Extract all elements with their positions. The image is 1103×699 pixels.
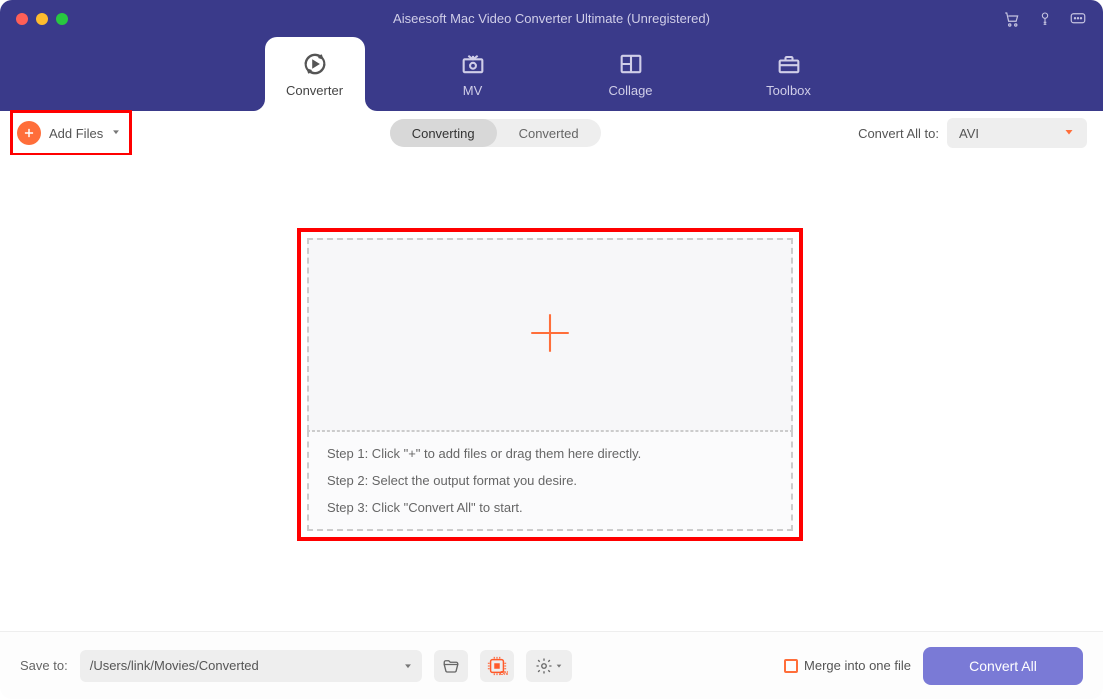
maximize-window-button[interactable] bbox=[56, 13, 68, 25]
add-files-label: Add Files bbox=[49, 126, 103, 141]
gpu-accel-button[interactable]: ON bbox=[480, 650, 514, 682]
dropzone-highlight: Step 1: Click "+" to add files or drag t… bbox=[297, 228, 803, 541]
close-window-button[interactable] bbox=[16, 13, 28, 25]
toolbox-icon bbox=[775, 51, 803, 77]
step-2-text: Step 2: Select the output format you des… bbox=[327, 473, 773, 488]
step-1-text: Step 1: Click "+" to add files or drag t… bbox=[327, 446, 773, 461]
window-title: Aiseesoft Mac Video Converter Ultimate (… bbox=[393, 11, 710, 26]
converter-icon bbox=[301, 51, 329, 77]
app-window: Aiseesoft Mac Video Converter Ultimate (… bbox=[0, 0, 1103, 699]
convert-all-to-label: Convert All to: bbox=[858, 126, 939, 141]
nav-tab-converter[interactable]: Converter bbox=[265, 37, 365, 111]
merge-label: Merge into one file bbox=[804, 658, 911, 673]
add-files-button[interactable] bbox=[17, 121, 41, 145]
tab-converting[interactable]: Converting bbox=[390, 119, 497, 147]
settings-button[interactable] bbox=[526, 650, 572, 682]
nav-tab-collage[interactable]: Collage bbox=[581, 37, 681, 111]
nav-tab-toolbox[interactable]: Toolbox bbox=[739, 37, 839, 111]
tab-converted[interactable]: Converted bbox=[497, 119, 601, 147]
convert-all-to-group: Convert All to: AVI bbox=[858, 118, 1087, 148]
feedback-icon[interactable] bbox=[1069, 10, 1087, 28]
chevron-down-icon bbox=[1063, 126, 1075, 141]
window-controls bbox=[0, 13, 68, 25]
nav-label: Converter bbox=[286, 83, 343, 98]
merge-checkbox[interactable] bbox=[784, 659, 798, 673]
footer-toolbar: Save to: /Users/link/Movies/Converted ON… bbox=[0, 631, 1103, 699]
format-value: AVI bbox=[959, 126, 979, 141]
titlebar-actions bbox=[1003, 10, 1087, 28]
nav-label: Collage bbox=[608, 83, 652, 98]
cart-icon[interactable] bbox=[1003, 10, 1021, 28]
save-to-label: Save to: bbox=[20, 658, 68, 673]
output-path-field[interactable]: /Users/link/Movies/Converted bbox=[80, 650, 400, 682]
dropzone[interactable]: Step 1: Click "+" to add files or drag t… bbox=[307, 238, 793, 531]
merge-checkbox-group[interactable]: Merge into one file bbox=[784, 658, 911, 673]
add-files-dropdown-icon[interactable] bbox=[111, 124, 121, 142]
collage-icon bbox=[617, 51, 645, 77]
output-format-select[interactable]: AVI bbox=[947, 118, 1087, 148]
dropzone-target[interactable] bbox=[307, 238, 793, 431]
nav-tab-mv[interactable]: MV bbox=[423, 37, 523, 111]
add-files-highlight: Add Files bbox=[10, 110, 132, 156]
conversion-status-tabs: Converting Converted bbox=[390, 119, 601, 147]
output-path-dropdown[interactable] bbox=[394, 650, 422, 682]
mv-icon bbox=[459, 51, 487, 77]
plus-icon bbox=[525, 308, 575, 363]
titlebar: Aiseesoft Mac Video Converter Ultimate (… bbox=[0, 0, 1103, 37]
main-nav: Converter MV Collage Toolbox bbox=[0, 37, 1103, 111]
nav-label: MV bbox=[463, 83, 483, 98]
key-icon[interactable] bbox=[1037, 10, 1053, 28]
minimize-window-button[interactable] bbox=[36, 13, 48, 25]
dropzone-instructions: Step 1: Click "+" to add files or drag t… bbox=[307, 431, 793, 531]
svg-text:ON: ON bbox=[499, 671, 507, 677]
step-3-text: Step 3: Click "Convert All" to start. bbox=[327, 500, 773, 515]
main-content: Step 1: Click "+" to add files or drag t… bbox=[0, 155, 1103, 631]
convert-all-button[interactable]: Convert All bbox=[923, 647, 1083, 685]
nav-label: Toolbox bbox=[766, 83, 811, 98]
open-folder-button[interactable] bbox=[434, 650, 468, 682]
sub-toolbar: Add Files Converting Converted Convert A… bbox=[0, 111, 1103, 155]
